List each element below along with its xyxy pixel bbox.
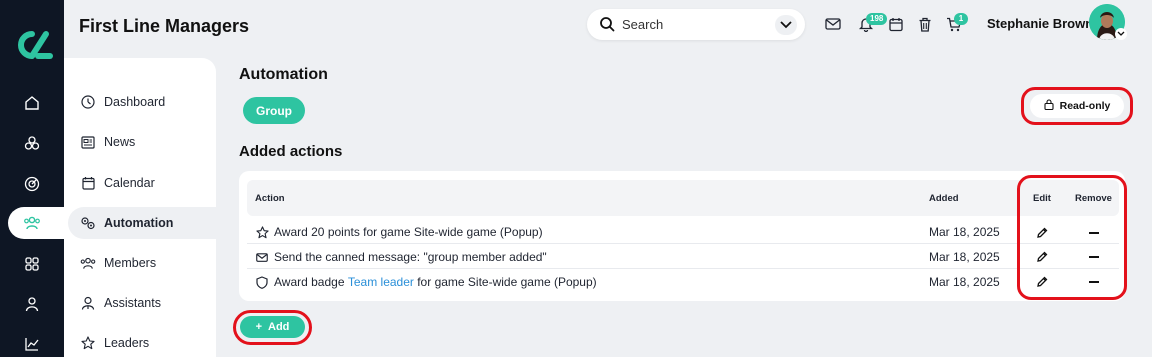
home-icon[interactable] — [20, 91, 44, 115]
badge-link[interactable]: Team leader — [348, 275, 414, 289]
user-name[interactable]: Stephanie Brown — [987, 16, 1093, 31]
action-text-suffix: for game Site-wide game (Popup) — [413, 275, 597, 289]
icon-rail — [0, 0, 80, 357]
action-cell: Award badge Team leader for game Site-wi… — [255, 270, 597, 294]
highlight-ring-edit-remove — [1017, 175, 1127, 300]
brand-logo[interactable] — [10, 28, 54, 62]
members-icon — [80, 255, 96, 271]
dashboard-icon — [80, 94, 96, 110]
person-icon[interactable] — [20, 292, 44, 316]
added-date: Mar 18, 2025 — [929, 250, 1000, 264]
sidebar-item-label: Members — [104, 256, 157, 270]
table-header — [247, 180, 1119, 216]
sidebar-item-dashboard[interactable]: Dashboard — [80, 90, 165, 114]
group-button[interactable]: Group — [243, 97, 305, 124]
added-date: Mar 18, 2025 — [929, 275, 1000, 289]
action-cell: Award 20 points for game Site-wide game … — [255, 220, 543, 244]
sidebar-item-automation[interactable]: Automation — [80, 211, 173, 235]
sidebar-item-leaders[interactable]: Leaders — [80, 331, 149, 355]
automation-icon — [80, 215, 96, 231]
cubes-icon[interactable] — [20, 131, 44, 155]
shield-icon — [255, 275, 269, 289]
sidebar-item-label: News — [104, 135, 136, 149]
star-icon — [80, 335, 96, 351]
action-text: Send the canned message: "group member a… — [274, 250, 547, 264]
star-icon — [255, 225, 269, 239]
added-date: Mar 18, 2025 — [929, 225, 1000, 239]
trash-icon[interactable] — [916, 15, 934, 33]
column-header-action: Action — [255, 193, 285, 204]
search-bar[interactable]: Search — [587, 9, 805, 40]
search-icon — [599, 16, 615, 37]
page-title: First Line Managers — [79, 16, 250, 36]
search-input[interactable]: Search — [622, 17, 663, 32]
sidebar-item-label: Automation — [104, 216, 174, 230]
news-icon — [80, 134, 96, 150]
target-icon[interactable] — [20, 172, 44, 196]
column-header-added: Added — [929, 193, 959, 204]
sidebar-item-label: Dashboard — [104, 95, 166, 109]
sidebar-item-news[interactable]: News — [80, 130, 135, 154]
sidebar-item-assistants[interactable]: Assistants — [80, 291, 161, 315]
sidebar-item-label: Assistants — [104, 296, 161, 310]
grid-icon[interactable] — [20, 252, 44, 276]
action-text: Award badge — [274, 275, 348, 289]
chevron-down-icon[interactable] — [775, 15, 797, 35]
calendar-icon — [80, 175, 96, 191]
action-cell: Send the canned message: "group member a… — [255, 245, 547, 269]
action-text: Award 20 points for game Site-wide game … — [274, 225, 543, 239]
section-title: Automation — [239, 66, 328, 83]
avatar-dropdown-icon[interactable] — [1115, 28, 1127, 40]
sidebar-item-label: Calendar — [104, 176, 155, 190]
mail-icon — [255, 250, 269, 264]
cart-badge: 1 — [954, 13, 968, 25]
highlight-ring-add — [233, 310, 312, 345]
secondary-sidebar: Dashboard News Calendar Automation Membe… — [64, 58, 216, 357]
notification-badge: 198 — [866, 13, 888, 25]
sidebar-item-calendar[interactable]: Calendar — [80, 171, 155, 195]
sidebar-item-label: Leaders — [104, 336, 150, 350]
added-actions-title: Added actions — [239, 143, 343, 160]
highlight-ring-readonly — [1021, 87, 1133, 125]
calendar-icon[interactable] — [887, 15, 905, 33]
mail-icon[interactable] — [824, 15, 842, 33]
assistant-icon — [80, 295, 96, 311]
sidebar-item-members[interactable]: Members — [80, 251, 156, 275]
chart-icon[interactable] — [20, 332, 44, 356]
users-icon[interactable] — [20, 211, 44, 235]
